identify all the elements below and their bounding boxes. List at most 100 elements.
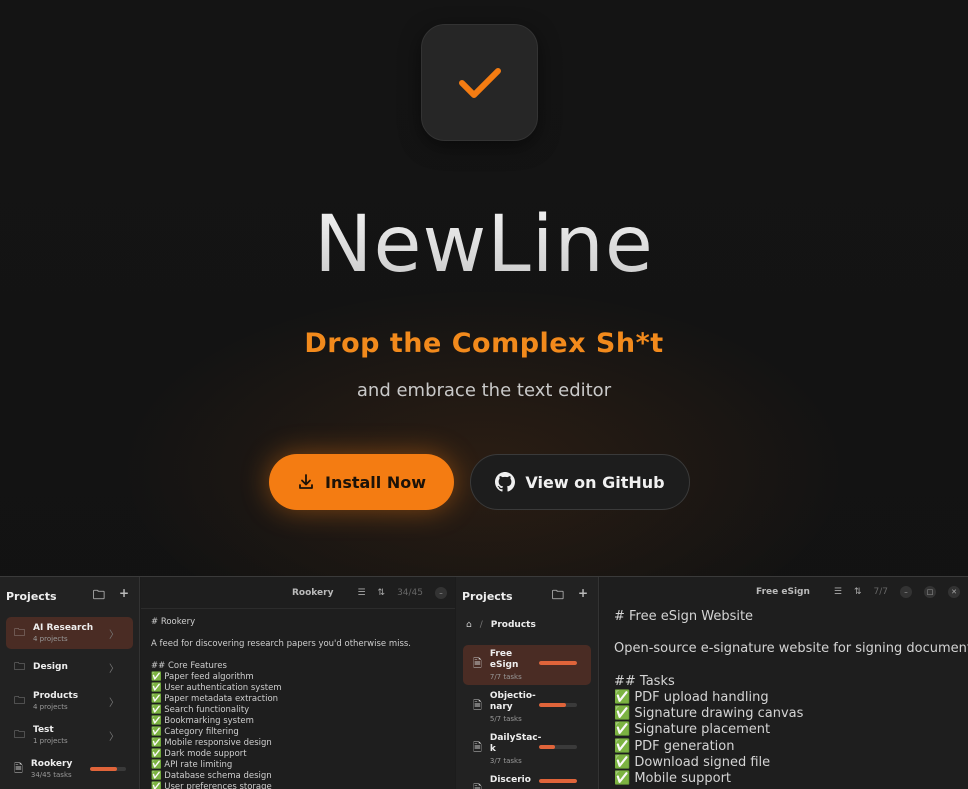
folder-icon: 🗀 (14, 625, 25, 639)
progress-bar (90, 767, 126, 771)
list-icon[interactable]: ☰ (357, 588, 365, 598)
close-icon[interactable]: ✕ (948, 586, 960, 598)
product-name: Objectio-nary (489, 691, 536, 712)
product-name: DailyStac-k (489, 733, 542, 754)
hero-title: NewLine (0, 200, 968, 290)
sort-icon[interactable]: ⇅ (854, 587, 862, 597)
folder-icon: 🗀 (14, 693, 25, 707)
editor-line: ✅ Bookmarking system (151, 716, 254, 726)
view-on-github-button[interactable]: View on GitHub (470, 454, 690, 510)
hero-subtitle: and embrace the text editor (356, 380, 612, 401)
sidebar-title: Projects (6, 589, 57, 603)
checkmark-icon (458, 67, 501, 98)
editor-line: ✅ Paper metadata extraction (151, 694, 279, 704)
project-name: AI Research (33, 623, 94, 633)
editor-line: ## Core Features (151, 661, 227, 671)
file-icon: 🗎 (473, 699, 482, 712)
progress-bar (539, 745, 577, 749)
project-item[interactable]: 🗀 Test 1 projects 〉 (6, 719, 133, 751)
product-sub: 7/7 tasks (489, 673, 522, 681)
progress-bar (539, 703, 577, 707)
right-editor: Free eSign ☰ ⇅ 7/7 – □ ✕ # Free eSign We… (600, 577, 968, 789)
editor-line: ✅ PDF generation (614, 738, 735, 754)
file-icon: 🗎 (473, 781, 482, 789)
chevron-right-icon: 〉 (109, 731, 119, 743)
editor-line: ✅ PDF upload handling (614, 690, 769, 706)
editor-line: ## Tasks (614, 673, 675, 689)
github-icon (495, 472, 516, 492)
editor-title: Free eSign (756, 587, 810, 597)
product-item[interactable]: 🗎 Free eSign 7/7 tasks (463, 645, 591, 685)
app-logo (421, 24, 538, 141)
right-sidebar: Projects 🗀 + ⌂ / Products 🗎 Free eSign 7… (456, 577, 599, 789)
editor-line: ✅ Category filtering (151, 727, 239, 737)
editor-line: ✅ Download signed file (614, 754, 771, 770)
left-sidebar: Projects 🗀 + 🗀 AI Research 4 projects 〉 … (0, 577, 140, 789)
file-icon: 🗎 (473, 657, 482, 670)
editor-line: A feed for discovering research papers y… (151, 639, 412, 649)
sidebar-title: Projects (462, 589, 513, 603)
folder-icon: 🗀 (14, 727, 25, 741)
home-icon[interactable]: ⌂ (466, 620, 472, 630)
project-sub: 4 projects (33, 703, 68, 711)
minimize-icon[interactable]: – (900, 586, 912, 598)
project-item[interactable]: 🗀 Design 〉 (6, 651, 133, 683)
editor-title: Rookery (291, 587, 334, 598)
editor-line: ✅ Dark mode support (151, 749, 247, 759)
project-item[interactable]: 🗎 Rookery 34/45 tasks (6, 753, 133, 785)
editor-content[interactable]: # Free eSign Website Open-source e-signa… (600, 607, 968, 789)
chevron-right-icon: 〉 (109, 629, 119, 641)
folder-icon[interactable]: 🗀 (93, 586, 105, 607)
hero-tagline: Drop the Complex Sh*t (304, 328, 664, 359)
app-preview: Projects 🗀 + 🗀 AI Research 4 projects 〉 … (0, 576, 968, 789)
project-name: Design (33, 662, 68, 672)
editor-line: ✅ Mobile responsive design (151, 738, 272, 748)
download-icon (299, 474, 313, 489)
product-item[interactable]: 🗎 Objectio-nary 5/7 tasks (463, 687, 591, 727)
left-editor: Rookery ☰ ⇅ 34/45 – # Rookery A feed for… (141, 577, 455, 789)
maximize-icon[interactable]: □ (924, 586, 936, 598)
project-name: Test (33, 725, 54, 735)
editor-line: ✅ Signature drawing canvas (614, 706, 804, 722)
product-item[interactable]: 🗎 DailyStac-k 3/7 tasks (463, 729, 591, 769)
folder-icon[interactable]: 🗀 (552, 586, 564, 607)
progress-bar (539, 779, 577, 783)
task-count: 7/7 (873, 587, 888, 597)
breadcrumb-separator: / (479, 620, 483, 630)
editor-content[interactable]: # Rookery A feed for discovering researc… (141, 609, 455, 789)
project-sub: 4 projects (33, 635, 68, 643)
editor-line: ✅ Signature placement (614, 722, 771, 738)
product-sub: 5/7 tasks (489, 715, 522, 723)
editor-line: # Rookery (151, 617, 196, 627)
project-item[interactable]: 🗀 Products 4 projects 〉 (6, 685, 133, 717)
file-icon: 🗎 (473, 741, 482, 754)
view-on-github-label: View on GitHub (525, 472, 665, 492)
install-now-button[interactable]: Install Now (269, 454, 454, 510)
file-icon: 🗎 (14, 761, 23, 775)
project-name: Rookery (30, 759, 73, 769)
install-now-label: Install Now (324, 472, 426, 492)
product-sub: 3/7 tasks (489, 757, 522, 765)
chevron-right-icon: 〉 (109, 663, 119, 675)
editor-line: # Free eSign Website (614, 609, 754, 624)
list-icon[interactable]: ☰ (834, 587, 842, 597)
minimize-icon[interactable]: – (435, 586, 447, 599)
project-item[interactable]: 🗀 AI Research 4 projects 〉 (6, 617, 133, 649)
editor-line: ✅ Database schema design (151, 771, 272, 781)
editor-line: ✅ Mobile support (614, 771, 732, 787)
breadcrumb: ⌂ / Products (456, 615, 598, 635)
plus-icon[interactable]: + (578, 586, 588, 607)
sort-icon[interactable]: ⇅ (378, 588, 386, 598)
product-name: Discerio (489, 775, 531, 785)
task-count: 34/45 (397, 587, 423, 598)
product-name: Free eSign (489, 649, 519, 670)
product-item[interactable]: 🗎 Discerio (463, 771, 591, 789)
editor-line: ✅ Paper feed algorithm (151, 672, 254, 682)
plus-icon[interactable]: + (119, 586, 129, 607)
project-sub: 34/45 tasks (30, 771, 72, 779)
editor-line: ✅ Search functionality (151, 705, 250, 715)
